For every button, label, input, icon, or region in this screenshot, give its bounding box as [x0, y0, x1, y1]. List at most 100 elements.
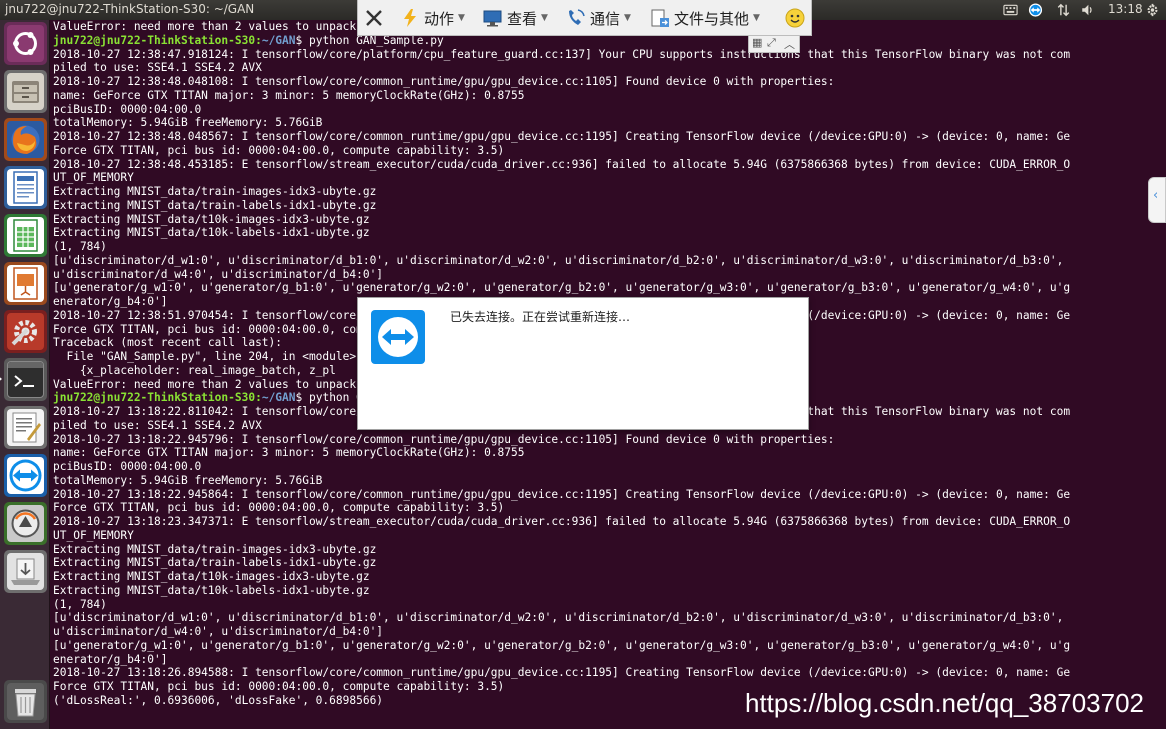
terminal-line: Force GTX TITAN, pci bus id: 0000:04:00.…	[53, 143, 505, 157]
files-icon	[12, 81, 39, 103]
software-updater-button[interactable]	[4, 502, 47, 545]
files-label: 文件与其他	[674, 9, 750, 28]
libreoffice-writer-button[interactable]	[4, 166, 47, 209]
ubuntu-dash-button[interactable]	[4, 22, 47, 65]
terminal-line: UT_OF_MEMORY	[53, 528, 134, 542]
terminal-line: piled to use: SSE4.1 SSE4.2 AVX	[53, 61, 262, 75]
terminal-line: 2018-10-27 12:38:48.048567: I tensorflow…	[53, 130, 1071, 143]
terminal-line: 2018-10-27 13:18:22.945864: I tensorflow…	[53, 487, 1071, 501]
terminal-line: Extracting MNIST_data/train-labels-idx1-…	[53, 556, 377, 570]
terminal-line: 2018-10-27 12:38:48.453185: E tensorflow…	[53, 157, 1071, 171]
files-extras-menu[interactable]: 文件与其他 ▼	[650, 8, 760, 28]
terminal-line: 2018-10-27 13:18:22.945796: I tensorflow…	[53, 432, 835, 446]
terminal-line: totalMemory: 5.94GiB freeMemory: 5.76GiB	[53, 473, 323, 487]
terminal-line: (1, 784)	[53, 240, 107, 253]
system-settings-icon	[11, 320, 37, 346]
terminal-line: Extracting MNIST_data/t10k-labels-idx1-u…	[53, 226, 370, 240]
terminal-line: [u'discriminator/d_w1:0', u'discriminato…	[53, 611, 1064, 625]
terminal-line: pciBusID: 0000:04:00.0	[53, 460, 202, 473]
terminal-button[interactable]	[4, 358, 47, 401]
teamviewer-logo	[371, 310, 425, 364]
actions-menu[interactable]: 动作 ▼	[400, 8, 465, 28]
clock[interactable]: 13:18	[1108, 2, 1143, 16]
terminal-line: (1, 784)	[53, 597, 107, 611]
fullscreen-icon[interactable]: ⤢	[767, 36, 776, 50]
terminal-line: Force GTX TITAN, pci bus id: 0000:04:00.…	[53, 501, 505, 515]
teamviewer-icon[interactable]	[1028, 3, 1043, 17]
view-menu[interactable]: 查看 ▼	[483, 8, 548, 28]
usb-creator-button[interactable]	[4, 550, 47, 593]
prompt-user: jnu722@jnu722-ThinkStation-S30	[53, 391, 256, 405]
terminal-line: u'discriminator/d_w4:0', u'discriminator…	[53, 625, 384, 638]
teamviewer-icon	[9, 459, 42, 492]
monitor-icon	[483, 10, 502, 27]
teamviewer-toolbar-controls: ▦ ⤢ ︿	[748, 36, 800, 53]
usb-creator-icon	[11, 558, 40, 585]
watermark: https://blog.csdn.net/qq_38703702	[745, 688, 1144, 718]
dialog-message: 已失去连接。正在尝试重新连接…	[450, 310, 631, 324]
firefox-icon	[11, 125, 40, 154]
chevron-down-icon: ▼	[541, 13, 548, 23]
terminal-line: totalMemory: 5.94GiB freeMemory: 5.76GiB	[53, 116, 323, 130]
terminal-line: 2018-10-27 12:38:47.918124: I tensorflow…	[53, 47, 1071, 61]
window-title: jnu722@jnu722-ThinkStation-S30: ~/GAN	[5, 2, 255, 16]
terminal-line: 2018-10-27 13:18:23.347371: E tensorflow…	[53, 515, 1071, 528]
software-updater-icon	[11, 509, 40, 538]
system-settings-button[interactable]	[4, 310, 47, 353]
ubuntu-dash-icon	[13, 32, 37, 55]
teamviewer-icon	[378, 317, 418, 357]
files-button[interactable]	[4, 70, 47, 113]
active-indicator	[0, 375, 2, 383]
terminal-line: pciBusID: 0000:04:00.0	[53, 102, 202, 116]
firefox-button[interactable]	[4, 118, 47, 161]
prompt-path: ~/GAN	[261, 391, 296, 405]
communicate-label: 通信	[590, 9, 621, 28]
chevron-down-icon: ▼	[753, 13, 760, 23]
terminal-line: [u'discriminator/d_w1:0', u'discriminato…	[53, 253, 1064, 267]
terminal-line: enerator/g_b4:0']	[53, 652, 168, 666]
libreoffice-impress-icon	[13, 267, 38, 300]
prompt-separator: :	[255, 33, 262, 47]
trash-icon	[15, 689, 36, 717]
feedback-button[interactable]	[785, 8, 809, 28]
libreoffice-writer-icon	[13, 171, 38, 204]
terminal-line: 2018-10-27 12:38:48.048108: I tensorflow…	[53, 75, 835, 88]
terminal-line: [u'generator/g_w1:0', u'generator/g_b1:0…	[53, 638, 1071, 652]
text-editor-icon	[12, 412, 41, 443]
terminal-line: name: GeForce GTX TITAN major: 3 minor: …	[53, 446, 525, 460]
terminal-icon	[8, 362, 43, 387]
file-transfer-icon	[651, 9, 669, 27]
keyboard-icon[interactable]	[1003, 3, 1018, 17]
communicate-menu[interactable]: 通信 ▼	[566, 8, 631, 28]
teamviewer-button[interactable]	[4, 454, 47, 497]
side-expand-tab[interactable]: ‹	[1148, 177, 1166, 223]
terminal-line: Extracting MNIST_data/t10k-labels-idx1-u…	[53, 583, 370, 597]
chevron-down-icon: ▼	[624, 13, 631, 23]
terminal-line: Extracting MNIST_data/train-labels-idx1-…	[53, 198, 377, 212]
libreoffice-calc-button[interactable]	[4, 214, 47, 257]
text-editor-button[interactable]	[4, 406, 47, 449]
teamviewer-toolbar: 动作 ▼ 查看 ▼ 通信 ▼ 文件与其他 ▼	[357, 0, 812, 36]
view-label: 查看	[507, 9, 538, 28]
prompt-path: ~/GAN	[261, 33, 296, 47]
terminal-line: Extracting MNIST_data/t10k-images-idx3-u…	[53, 570, 370, 583]
phone-icon	[569, 9, 585, 25]
collapse-toolbar-icon[interactable]: ︿	[784, 36, 795, 52]
trash-button[interactable]	[4, 680, 47, 723]
connection-lost-dialog: 已失去连接。正在尝试重新连接…	[357, 297, 809, 430]
grid-icon[interactable]: ▦	[752, 36, 762, 49]
libreoffice-impress-button[interactable]	[4, 262, 47, 305]
network-icon[interactable]	[1056, 3, 1071, 17]
terminal-line: Extracting MNIST_data/train-images-idx3-…	[53, 185, 377, 198]
actions-label: 动作	[424, 9, 455, 28]
terminal-line: UT_OF_MEMORY	[53, 171, 134, 185]
terminal-line: Extracting MNIST_data/train-images-idx3-…	[53, 542, 377, 556]
volume-icon[interactable]	[1080, 3, 1095, 17]
terminal-line: [u'generator/g_w1:0', u'generator/g_b1:0…	[53, 281, 1071, 295]
launcher	[0, 20, 50, 729]
gear-icon[interactable]	[1145, 3, 1160, 17]
close-session-button[interactable]	[364, 8, 388, 28]
prompt-user: jnu722@jnu722-ThinkStation-S30	[53, 33, 256, 47]
close-icon	[366, 10, 382, 26]
terminal-line: u'discriminator/d_w4:0', u'discriminator…	[53, 267, 384, 281]
